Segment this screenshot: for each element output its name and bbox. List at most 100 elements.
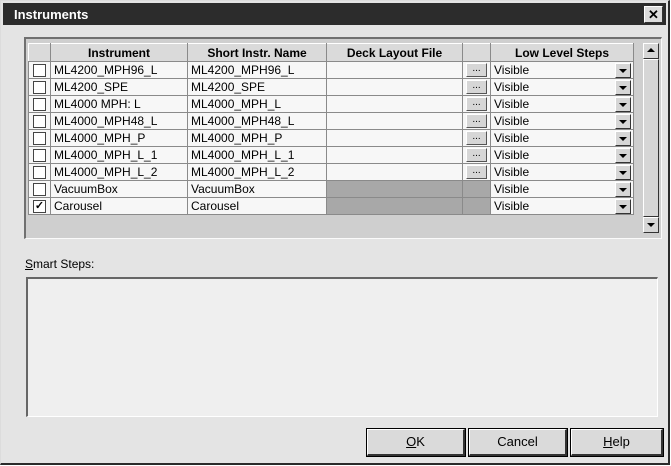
select-cell (28, 78, 51, 96)
instrument-cell[interactable]: ML4200_MPH96_L (50, 61, 188, 79)
low-level-steps-select[interactable]: Visible (490, 61, 634, 79)
table-row[interactable]: ML4000_MPH_P ML4000_MPH_P... Visible (28, 129, 634, 147)
smart-steps-label: Smart Steps: (25, 257, 94, 271)
row-checkbox[interactable] (33, 115, 46, 129)
deck-layout-cell[interactable] (326, 78, 463, 96)
table-row[interactable]: ✓ Carousel Carousel Visible (28, 197, 634, 215)
browse-button[interactable]: ... (466, 97, 487, 112)
deck-layout-cell[interactable] (326, 146, 463, 164)
deck-layout-cell[interactable] (326, 129, 463, 147)
row-checkbox[interactable] (33, 166, 46, 180)
instrument-cell[interactable]: ML4000_MPH_P (50, 129, 188, 147)
table-row[interactable]: VacuumBox VacuumBox Visible (28, 180, 634, 198)
column-header-deck-layout[interactable]: Deck Layout File (326, 43, 463, 62)
short-name-cell[interactable]: ML4200_SPE (187, 78, 327, 96)
column-header-short-name[interactable]: Short Instr. Name (187, 43, 327, 62)
short-name-cell[interactable]: ML4200_MPH96_L (187, 61, 327, 79)
chevron-down-icon[interactable] (615, 131, 631, 146)
help-label-rest: elp (612, 434, 630, 449)
row-checkbox[interactable] (33, 183, 46, 197)
instrument-cell[interactable]: ML4000_MPH_L_1 (50, 146, 188, 164)
low-level-steps-value: Visible (494, 63, 530, 77)
short-name-cell[interactable]: Carousel (187, 197, 327, 215)
table-row[interactable]: ML4200_SPE ML4200_SPE... Visible (28, 78, 634, 96)
table-row[interactable]: ML4000_MPH_L_2 ML4000_MPH_L_2... Visible (28, 163, 634, 181)
row-checkbox[interactable] (33, 98, 46, 112)
row-checkbox[interactable] (33, 132, 46, 146)
table-row[interactable]: ML4000_MPH48_L ML4000_MPH48_L... Visible (28, 112, 634, 130)
instrument-cell[interactable]: Carousel (50, 197, 188, 215)
chevron-down-icon[interactable] (615, 63, 631, 78)
short-name-cell[interactable]: ML4000_MPH_L_1 (187, 146, 327, 164)
table-row[interactable]: ML4000_MPH_L_1 ML4000_MPH_L_1... Visible (28, 146, 634, 164)
chevron-down-icon[interactable] (615, 199, 631, 214)
instrument-cell[interactable]: ML4000 MPH: L (50, 95, 188, 113)
browse-cell: ... (462, 61, 491, 79)
help-mnemonic: H (603, 434, 613, 449)
short-name-cell[interactable]: ML4000_MPH48_L (187, 112, 327, 130)
browse-button[interactable]: ... (466, 131, 487, 146)
instrument-cell[interactable]: VacuumBox (50, 180, 188, 198)
column-header-select[interactable] (28, 43, 51, 62)
row-checkbox[interactable] (33, 149, 46, 163)
browse-button[interactable]: ... (466, 80, 487, 95)
column-header-instrument[interactable]: Instrument (50, 43, 188, 62)
table-row[interactable]: ML4000 MPH: L ML4000_MPH_L... Visible (28, 95, 634, 113)
short-name-cell[interactable]: ML4000_MPH_L_2 (187, 163, 327, 181)
scroll-thumb[interactable] (643, 59, 659, 217)
chevron-down-icon[interactable] (615, 97, 631, 112)
low-level-steps-value: Visible (494, 165, 530, 179)
instrument-cell[interactable]: ML4000_MPH48_L (50, 112, 188, 130)
instrument-cell[interactable]: ML4200_SPE (50, 78, 188, 96)
low-level-steps-select[interactable]: Visible (490, 112, 634, 130)
row-checkbox[interactable] (33, 64, 46, 78)
table-row[interactable]: ML4200_MPH96_L ML4200_MPH96_L... Visible (28, 61, 634, 79)
short-name-cell[interactable]: ML4000_MPH_P (187, 129, 327, 147)
instruments-grid: Instrument Short Instr. Name Deck Layout… (24, 37, 662, 239)
low-level-steps-select[interactable]: Visible (490, 180, 634, 198)
low-level-steps-select[interactable]: Visible (490, 129, 634, 147)
column-header-browse[interactable] (462, 43, 491, 62)
low-level-steps-select[interactable]: Visible (490, 95, 634, 113)
select-cell (28, 129, 51, 147)
smart-steps-textarea[interactable] (26, 277, 658, 417)
chevron-down-icon[interactable] (615, 114, 631, 129)
select-cell: ✓ (28, 197, 51, 215)
low-level-steps-select[interactable]: Visible (490, 163, 634, 181)
deck-layout-cell (326, 180, 463, 198)
smart-steps-mnemonic: S (25, 257, 34, 271)
deck-layout-cell (326, 197, 463, 215)
browse-cell: ... (462, 95, 491, 113)
close-button[interactable]: ✕ (644, 6, 663, 23)
scroll-up-arrow-icon[interactable] (643, 43, 659, 59)
short-name-cell[interactable]: VacuumBox (187, 180, 327, 198)
browse-button[interactable]: ... (466, 165, 487, 180)
browse-button[interactable]: ... (466, 148, 487, 163)
deck-layout-cell[interactable] (326, 112, 463, 130)
scroll-down-arrow-icon[interactable] (643, 217, 659, 233)
browse-button[interactable]: ... (466, 114, 487, 129)
low-level-steps-select[interactable]: Visible (490, 197, 634, 215)
vertical-scrollbar[interactable] (643, 43, 659, 233)
cancel-button[interactable]: Cancel (468, 428, 568, 457)
select-cell (28, 146, 51, 164)
instrument-cell[interactable]: ML4000_MPH_L_2 (50, 163, 188, 181)
low-level-steps-select[interactable]: Visible (490, 78, 634, 96)
deck-layout-cell[interactable] (326, 95, 463, 113)
row-checkbox[interactable]: ✓ (33, 200, 46, 214)
browse-button[interactable]: ... (466, 63, 487, 78)
chevron-down-icon[interactable] (615, 165, 631, 180)
chevron-down-icon[interactable] (615, 148, 631, 163)
low-level-steps-select[interactable]: Visible (490, 146, 634, 164)
short-name-cell[interactable]: ML4000_MPH_L (187, 95, 327, 113)
deck-layout-cell[interactable] (326, 163, 463, 181)
browse-cell: ... (462, 129, 491, 147)
ok-button[interactable]: OK (366, 428, 466, 457)
help-button[interactable]: Help (570, 428, 664, 457)
chevron-down-icon[interactable] (615, 182, 631, 197)
row-checkbox[interactable] (33, 81, 46, 95)
browse-cell (462, 180, 491, 198)
deck-layout-cell[interactable] (326, 61, 463, 79)
chevron-down-icon[interactable] (615, 80, 631, 95)
column-header-low-level-steps[interactable]: Low Level Steps (490, 43, 634, 62)
